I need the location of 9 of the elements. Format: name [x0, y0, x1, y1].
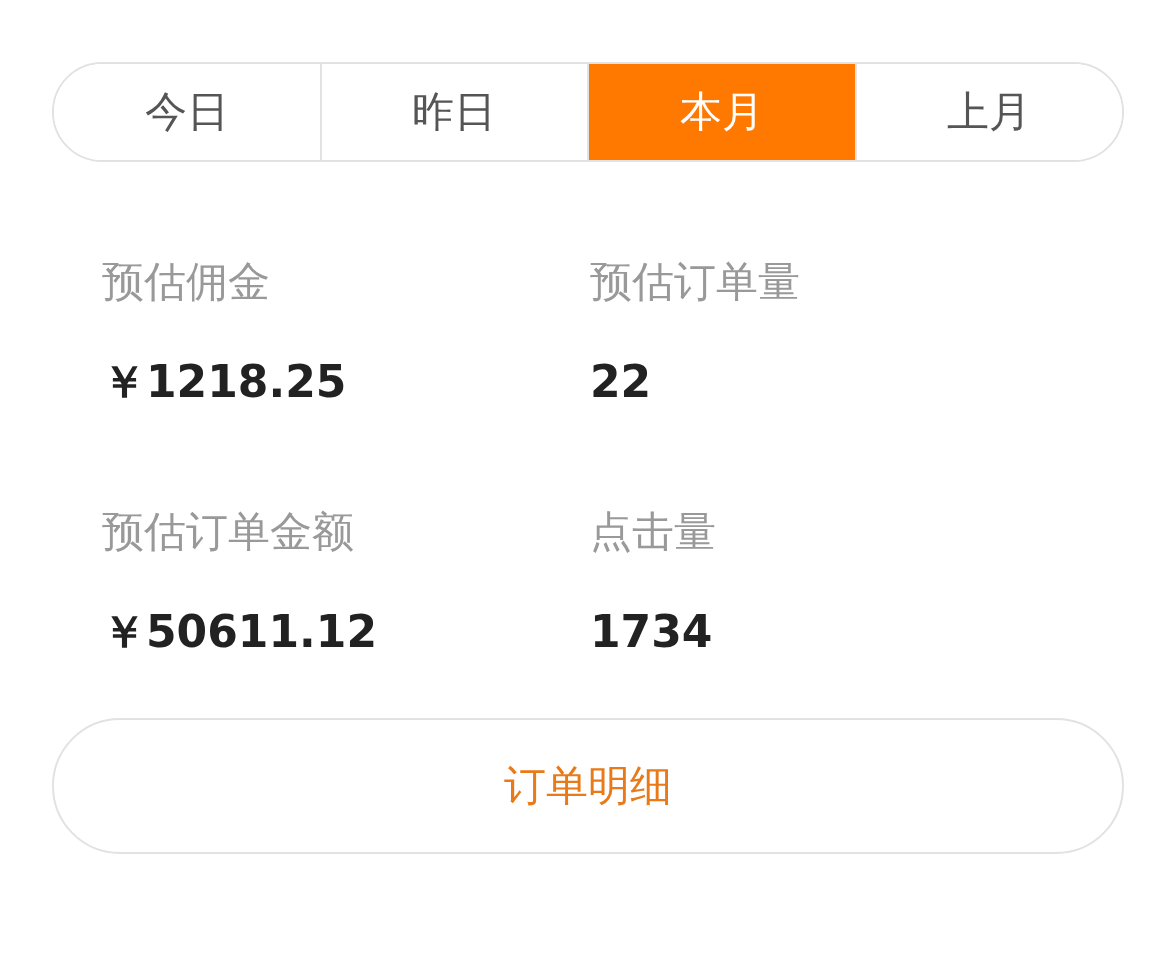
stat-value: ￥50611.12: [102, 605, 378, 659]
stat-label: 预估订单量: [590, 256, 800, 308]
stat-value: 22: [590, 355, 652, 409]
stat-label: 点击量: [590, 506, 716, 558]
period-tab[interactable]: 上月: [854, 64, 1122, 160]
stat-value: ￥1218.25: [102, 355, 347, 409]
stat-label: 预估佣金: [102, 256, 270, 308]
stat-value: 1734: [590, 605, 713, 659]
stat-label: 预估订单金额: [102, 506, 354, 558]
